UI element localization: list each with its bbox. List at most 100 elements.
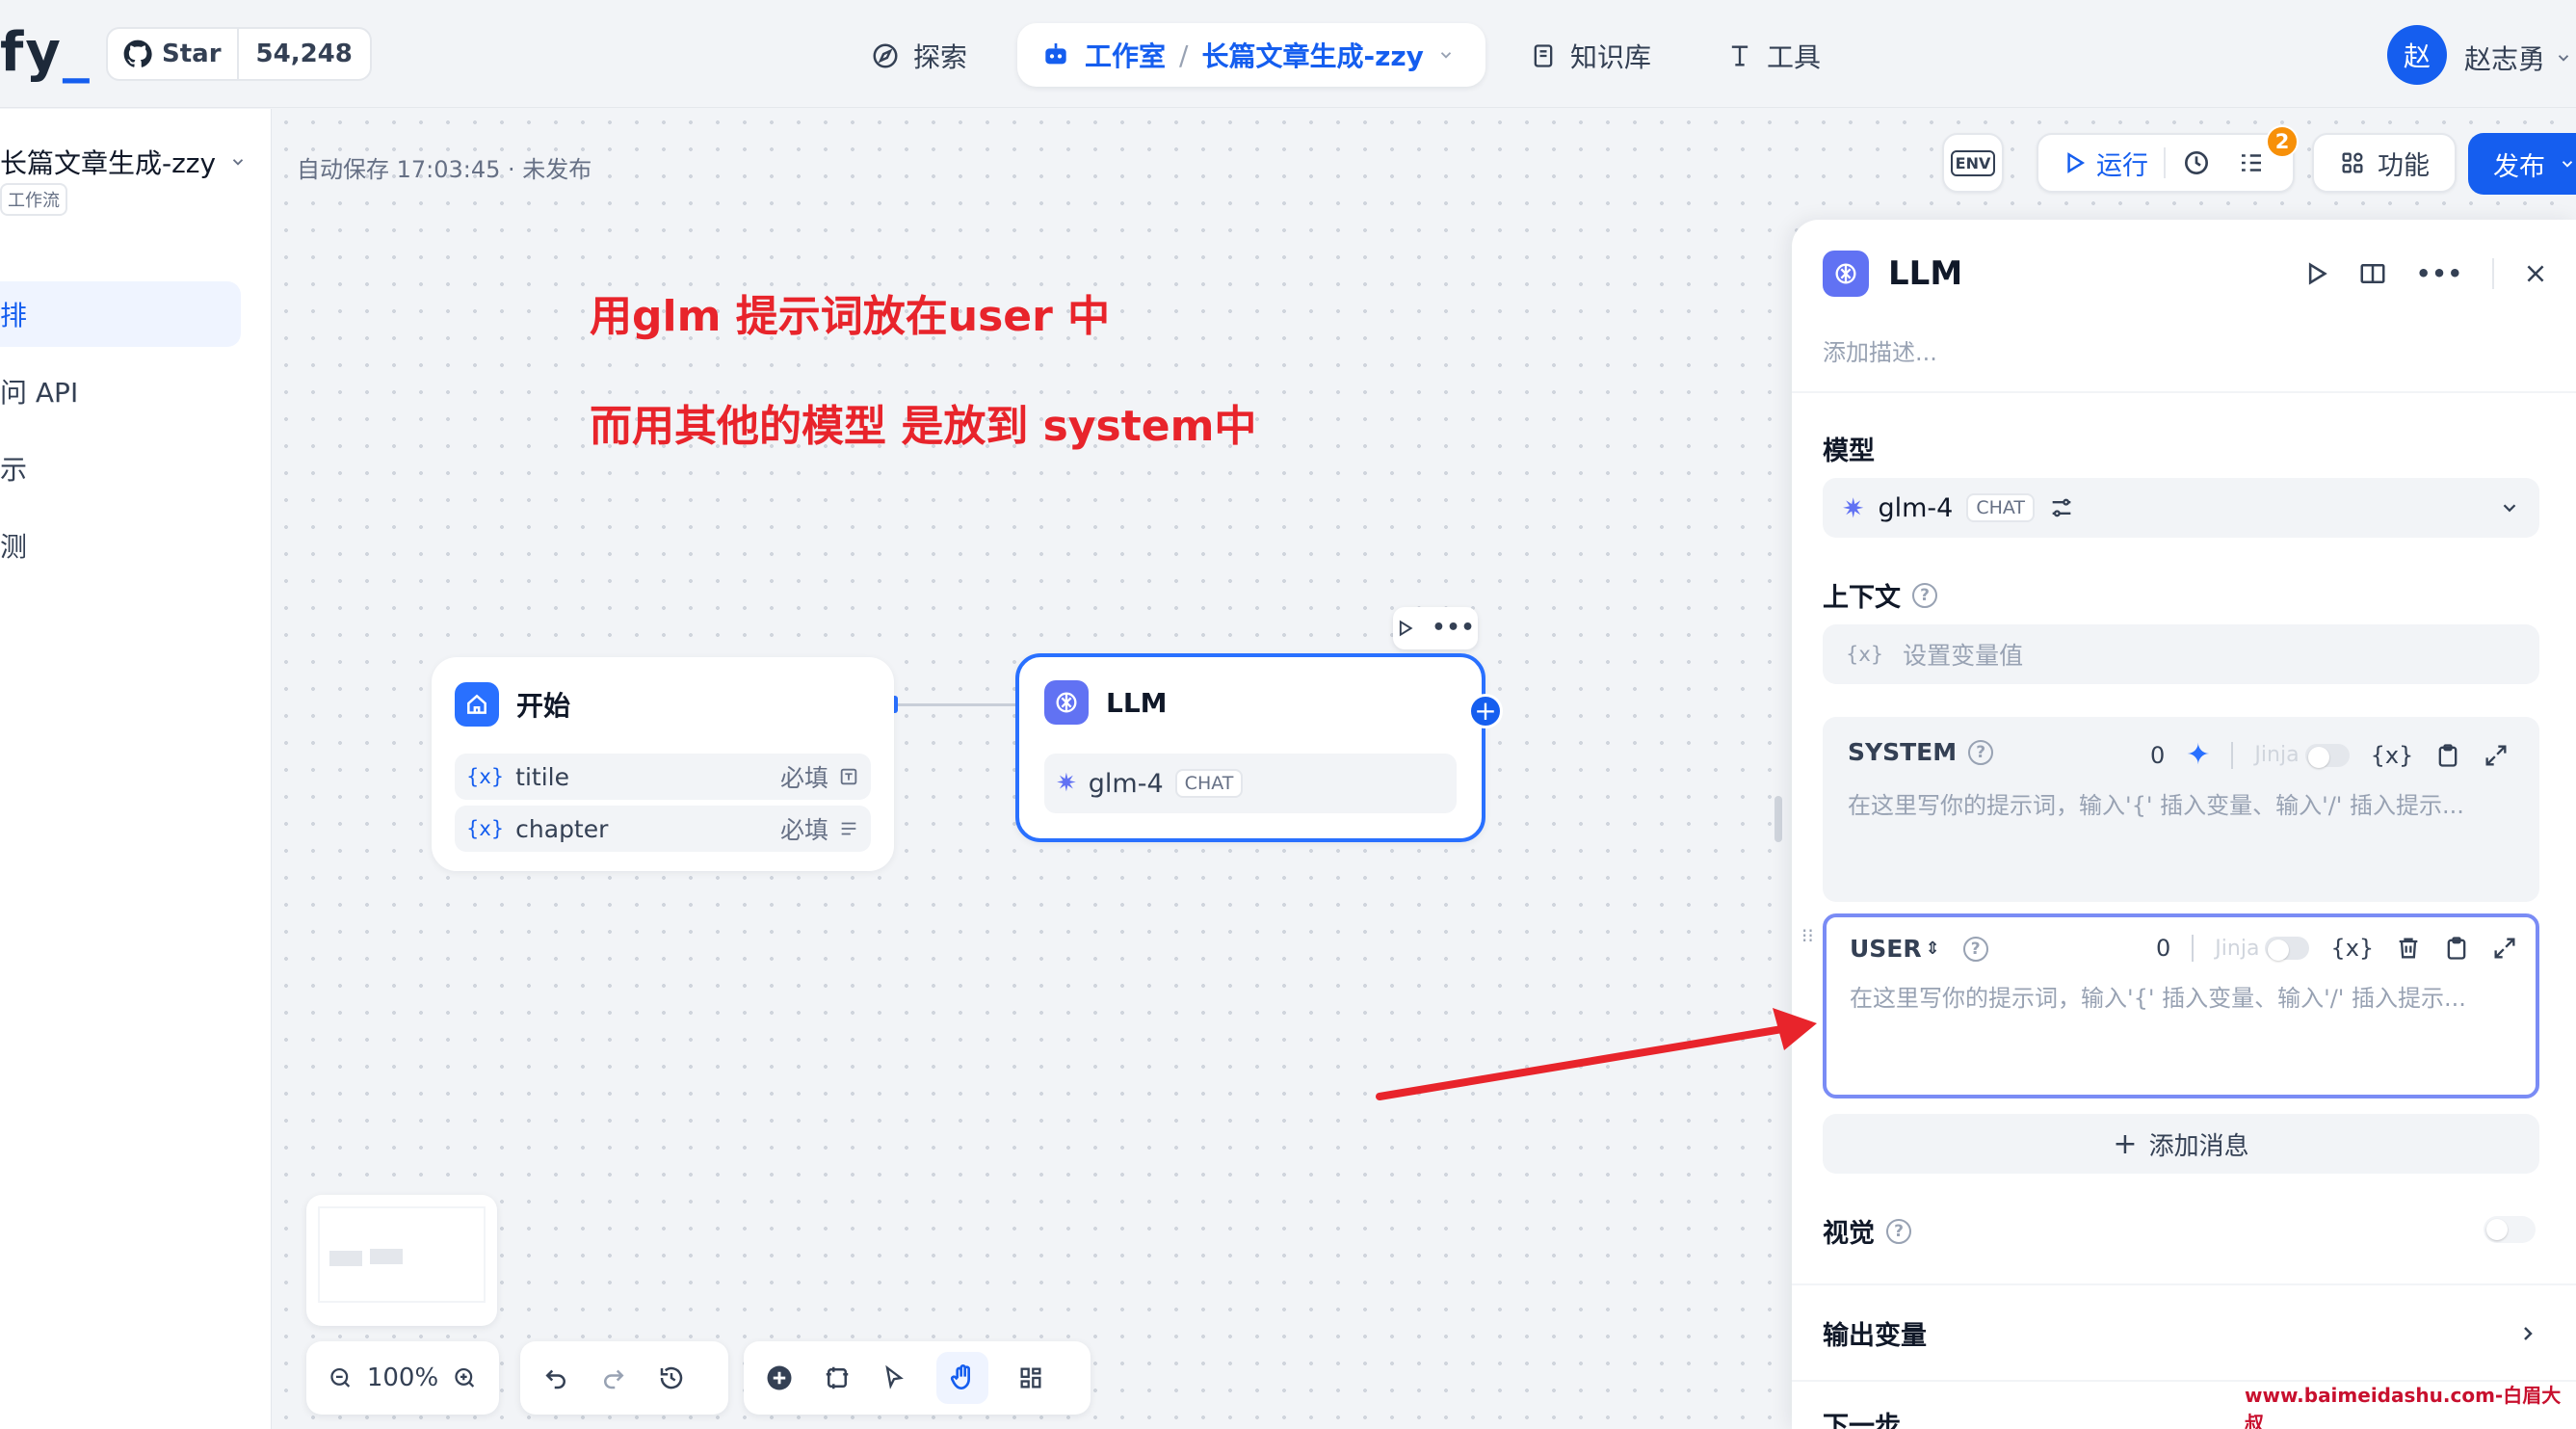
redo-icon[interactable] — [599, 1363, 628, 1392]
user-prompt-input[interactable]: 在这里写你的提示词，输入'{' 插入变量、输入'/' 插入提示... — [1850, 979, 2524, 1013]
add-next-node-icon[interactable]: + — [1468, 694, 1503, 728]
context-variable-input[interactable]: {x} 设置变量值 — [1823, 624, 2539, 684]
play-icon — [2067, 152, 2086, 173]
annotation-text-2: 而用其他的模型 是放到 system中 — [590, 402, 1257, 451]
checklist-badge: 2 — [2266, 125, 2299, 158]
annotation-text-1: 用glm 提示词放在user 中 — [590, 292, 1111, 341]
chevron-right-icon — [2524, 1326, 2533, 1340]
context-label: 上下文 ? — [1823, 576, 1937, 614]
jinja-toggle[interactable] — [2304, 743, 2350, 768]
edge-start-llm — [892, 703, 1017, 706]
avatar[interactable]: 赵 — [2387, 25, 2447, 85]
user-menu[interactable]: 赵志勇 — [2464, 39, 2572, 77]
nav-explore[interactable]: 探索 — [871, 29, 967, 83]
output-variables-section[interactable]: 输出变量 — [1823, 1314, 2539, 1352]
zoom-control: 100% — [306, 1341, 499, 1415]
play-icon[interactable] — [2302, 260, 2329, 287]
chevron-down-icon — [2503, 504, 2516, 513]
help-icon[interactable]: ? — [1912, 582, 1937, 608]
variable-icon: {x} — [466, 817, 505, 840]
sidebar-item-api[interactable]: 问 API — [0, 358, 241, 424]
ai-generate-icon[interactable]: ✦ — [2186, 738, 2210, 772]
add-message-button[interactable]: + 添加消息 — [1823, 1114, 2539, 1174]
jinja-toggle[interactable] — [2265, 937, 2310, 961]
start-node[interactable]: 开始 {x} titile 必填 {x} chapter 必填 — [432, 657, 894, 871]
help-icon[interactable]: ? — [1886, 1218, 1911, 1244]
close-icon[interactable] — [2523, 261, 2548, 286]
publish-button[interactable]: 发布 — [2468, 133, 2576, 195]
sliders-icon[interactable] — [2048, 494, 2075, 521]
system-prompt-input[interactable]: 在这里写你的提示词，输入'{' 插入变量、输入'/' 插入提示... — [1848, 786, 2522, 820]
checklist-icon[interactable] — [2237, 148, 2266, 177]
add-note-icon[interactable] — [823, 1363, 852, 1392]
drag-handle-icon[interactable]: ⁝⁝ — [1801, 926, 1814, 945]
nav-knowledge[interactable]: 知识库 — [1530, 29, 1651, 83]
sidebar-app-title[interactable]: 长篇文章生成-zzy — [0, 143, 247, 181]
history-icon[interactable] — [657, 1363, 686, 1392]
book-open-icon[interactable] — [2358, 259, 2387, 288]
vision-toggle[interactable] — [2484, 1216, 2536, 1243]
panel-title[interactable]: LLM — [1888, 254, 1962, 293]
more-icon[interactable]: ••• — [1432, 618, 1475, 639]
app-type-tag: 工作流 — [0, 183, 67, 216]
nav-tools[interactable]: 工具 — [1726, 29, 1821, 83]
llm-icon — [1823, 251, 1869, 297]
hand-tool[interactable] — [936, 1352, 988, 1404]
vision-label: 视觉 ? — [1823, 1212, 1911, 1250]
github-star-button[interactable]: Star 54,248 — [106, 27, 372, 81]
expand-icon[interactable] — [2483, 742, 2510, 769]
book-icon — [1534, 44, 1553, 67]
start-var-row[interactable]: {x} titile 必填 — [455, 754, 871, 800]
start-node-title: 开始 — [516, 690, 571, 722]
autosave-status: 自动保存 17:03:45 · 未发布 — [297, 156, 592, 183]
play-icon[interactable] — [1395, 619, 1414, 638]
llm-icon — [1044, 680, 1089, 725]
user-token-count: 0 — [2156, 935, 2171, 962]
add-node-icon[interactable] — [765, 1363, 794, 1392]
zoom-level[interactable]: 100% — [367, 1363, 438, 1392]
clipboard-icon[interactable] — [2434, 742, 2461, 769]
pointer-icon[interactable] — [881, 1364, 907, 1391]
app-logo[interactable]: fy_ — [0, 21, 92, 84]
insert-variable-icon[interactable]: {x} — [2330, 935, 2374, 962]
llm-node-model[interactable]: ✷ glm-4 CHAT — [1044, 754, 1457, 813]
undo-icon[interactable] — [541, 1363, 570, 1392]
start-var-row[interactable]: {x} chapter 必填 — [455, 806, 871, 852]
help-icon[interactable]: ? — [1968, 739, 1994, 765]
plus-icon: + — [2113, 1126, 2138, 1161]
insert-variable-icon[interactable]: {x} — [2371, 742, 2414, 769]
sidebar-item-logs[interactable]: 示 — [0, 436, 241, 501]
zoom-out-icon[interactable] — [328, 1363, 354, 1392]
grid-icon — [2342, 152, 2363, 173]
panel-resize-handle[interactable] — [1774, 796, 1782, 842]
model-icon: ✷ — [1056, 769, 1077, 798]
text-input-icon — [840, 768, 857, 785]
minimap[interactable] — [306, 1195, 497, 1326]
watermark: www.baimeidashu.com-白眉大叔 — [2245, 1384, 2562, 1429]
nav-studio[interactable]: 工作室 / 长篇文章生成-zzy — [1017, 23, 1485, 87]
llm-node[interactable]: LLM ✷ glm-4 CHAT + — [1015, 653, 1503, 842]
trash-icon[interactable] — [2395, 935, 2422, 962]
user-role-selector[interactable]: USER ⇕ — [1850, 935, 1940, 963]
help-icon[interactable]: ? — [1962, 936, 1988, 962]
description-input[interactable]: 添加描述... — [1823, 333, 1937, 367]
history-run-icon[interactable] — [2181, 147, 2212, 178]
sidebar-item-orchestrate[interactable]: 排 — [0, 281, 241, 347]
env-icon: ENV — [1950, 149, 1996, 176]
features-button[interactable]: 功能 — [2312, 133, 2457, 193]
sidebar-item-monitor[interactable]: 测 — [0, 513, 241, 578]
variable-icon: {x} — [466, 765, 505, 788]
run-button[interactable]: 运行 — [2062, 145, 2148, 182]
env-button[interactable]: ENV — [1942, 133, 2004, 193]
zoom-in-icon[interactable] — [452, 1363, 478, 1392]
chevron-down-icon — [232, 159, 244, 166]
layout-icon[interactable] — [1017, 1364, 1044, 1391]
model-selector[interactable]: ✷ glm-4 CHAT — [1823, 478, 2539, 538]
expand-icon[interactable] — [2491, 935, 2518, 962]
app-name-breadcrumb[interactable]: 长篇文章生成-zzy — [1201, 36, 1423, 74]
compass-icon — [873, 43, 898, 68]
clipboard-icon[interactable] — [2443, 935, 2470, 962]
more-icon[interactable]: ••• — [2416, 260, 2463, 287]
hand-icon — [950, 1364, 970, 1390]
chevron-down-icon — [2562, 161, 2573, 168]
